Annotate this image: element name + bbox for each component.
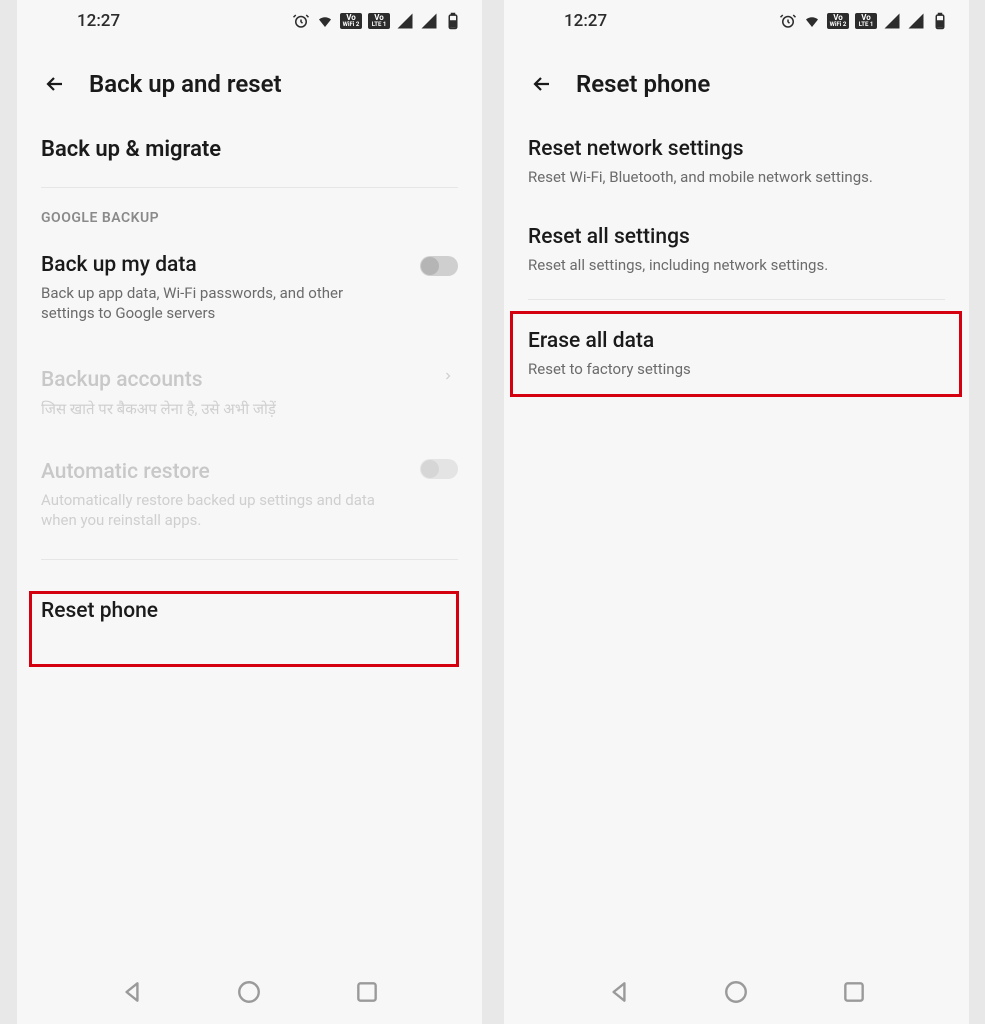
item-reset-phone[interactable]: Reset phone bbox=[41, 564, 458, 659]
back-arrow-icon[interactable] bbox=[41, 70, 69, 98]
item-subtitle: Back up app data, Wi-Fi passwords, and o… bbox=[41, 283, 391, 324]
wifi-icon bbox=[803, 12, 821, 30]
nav-home-icon[interactable] bbox=[236, 979, 262, 1005]
status-icons: Vo WiFi 2 Vo LTE 1 bbox=[779, 12, 949, 30]
item-subtitle: जिस खाते पर बैकअप लेना है, उसे अभी जोड़े… bbox=[41, 399, 391, 419]
page-header: Reset phone bbox=[504, 42, 969, 118]
page-header: Back up and reset bbox=[17, 42, 482, 118]
chevron-right-icon bbox=[442, 367, 454, 387]
navigation-bar bbox=[17, 960, 482, 1024]
status-time: 12:27 bbox=[77, 11, 120, 31]
item-backup-accounts: Backup accounts जिस खाते पर बैकअप लेना ह… bbox=[41, 341, 458, 437]
status-bar: 12:27 Vo WiFi 2 Vo LTE 1 bbox=[504, 0, 969, 42]
vowifi-badge: Vo WiFi 2 bbox=[827, 13, 849, 29]
status-bar: 12:27 Vo WiFi 2 Vo LTE 1 bbox=[17, 0, 482, 42]
signal-icon-2 bbox=[907, 12, 925, 30]
navigation-bar bbox=[504, 960, 969, 1024]
status-icons: Vo WiFi 2 Vo LTE 1 bbox=[292, 12, 462, 30]
signal-icon-2 bbox=[420, 12, 438, 30]
section-label-google: GOOGLE BACKUP bbox=[41, 192, 458, 234]
item-erase-all-data[interactable]: Erase all data Reset to factory settings bbox=[528, 304, 945, 404]
toggle-backup-my-data[interactable] bbox=[420, 256, 458, 276]
volte-badge: Vo LTE 1 bbox=[855, 13, 877, 29]
item-title: Reset all settings bbox=[528, 224, 945, 251]
item-subtitle: Automatically restore backed up settings… bbox=[41, 490, 391, 531]
item-title: Backup accounts bbox=[41, 367, 458, 394]
nav-home-icon[interactable] bbox=[723, 979, 749, 1005]
item-subtitle: Reset Wi-Fi, Bluetooth, and mobile netwo… bbox=[528, 167, 928, 187]
item-automatic-restore: Automatic restore Automatically restore … bbox=[41, 437, 458, 549]
item-title: Reset network settings bbox=[528, 136, 945, 163]
content-area: Back up & migrate GOOGLE BACKUP Back up … bbox=[17, 118, 482, 960]
volte-badge: Vo LTE 1 bbox=[368, 13, 390, 29]
nav-recent-icon[interactable] bbox=[841, 979, 867, 1005]
item-title: Automatic restore bbox=[41, 459, 458, 486]
item-title: Erase all data bbox=[528, 328, 945, 355]
status-time: 12:27 bbox=[564, 11, 607, 31]
divider bbox=[41, 559, 458, 560]
phone-screen-backup-reset: 12:27 Vo WiFi 2 Vo LTE 1 bbox=[17, 0, 482, 1024]
vowifi-badge: Vo WiFi 2 bbox=[340, 13, 362, 29]
back-arrow-icon[interactable] bbox=[528, 70, 556, 98]
toggle-automatic-restore bbox=[420, 459, 458, 479]
item-reset-all[interactable]: Reset all settings Reset all settings, i… bbox=[528, 206, 945, 294]
item-title: Back up & migrate bbox=[41, 136, 458, 165]
item-reset-network[interactable]: Reset network settings Reset Wi-Fi, Blue… bbox=[528, 118, 945, 206]
alarm-icon bbox=[779, 12, 797, 30]
nav-back-icon[interactable] bbox=[606, 979, 632, 1005]
page-title: Reset phone bbox=[576, 70, 710, 98]
divider bbox=[528, 299, 945, 300]
nav-recent-icon[interactable] bbox=[354, 979, 380, 1005]
item-backup-my-data[interactable]: Back up my data Back up app data, Wi-Fi … bbox=[41, 234, 458, 342]
item-subtitle: Reset all settings, including network se… bbox=[528, 255, 878, 275]
page-title: Back up and reset bbox=[89, 70, 282, 98]
phone-screen-reset-phone: 12:27 Vo WiFi 2 Vo LTE 1 bbox=[504, 0, 969, 1024]
item-subtitle: Reset to factory settings bbox=[528, 359, 878, 379]
signal-icon-1 bbox=[396, 12, 414, 30]
signal-icon-1 bbox=[883, 12, 901, 30]
nav-back-icon[interactable] bbox=[119, 979, 145, 1005]
wifi-icon bbox=[316, 12, 334, 30]
item-title: Back up my data bbox=[41, 252, 458, 279]
content-area: Reset network settings Reset Wi-Fi, Blue… bbox=[504, 118, 969, 960]
alarm-icon bbox=[292, 12, 310, 30]
divider bbox=[41, 187, 458, 188]
battery-icon bbox=[444, 12, 462, 30]
item-title: Reset phone bbox=[41, 598, 458, 625]
item-backup-migrate[interactable]: Back up & migrate bbox=[41, 118, 458, 183]
battery-icon bbox=[931, 12, 949, 30]
